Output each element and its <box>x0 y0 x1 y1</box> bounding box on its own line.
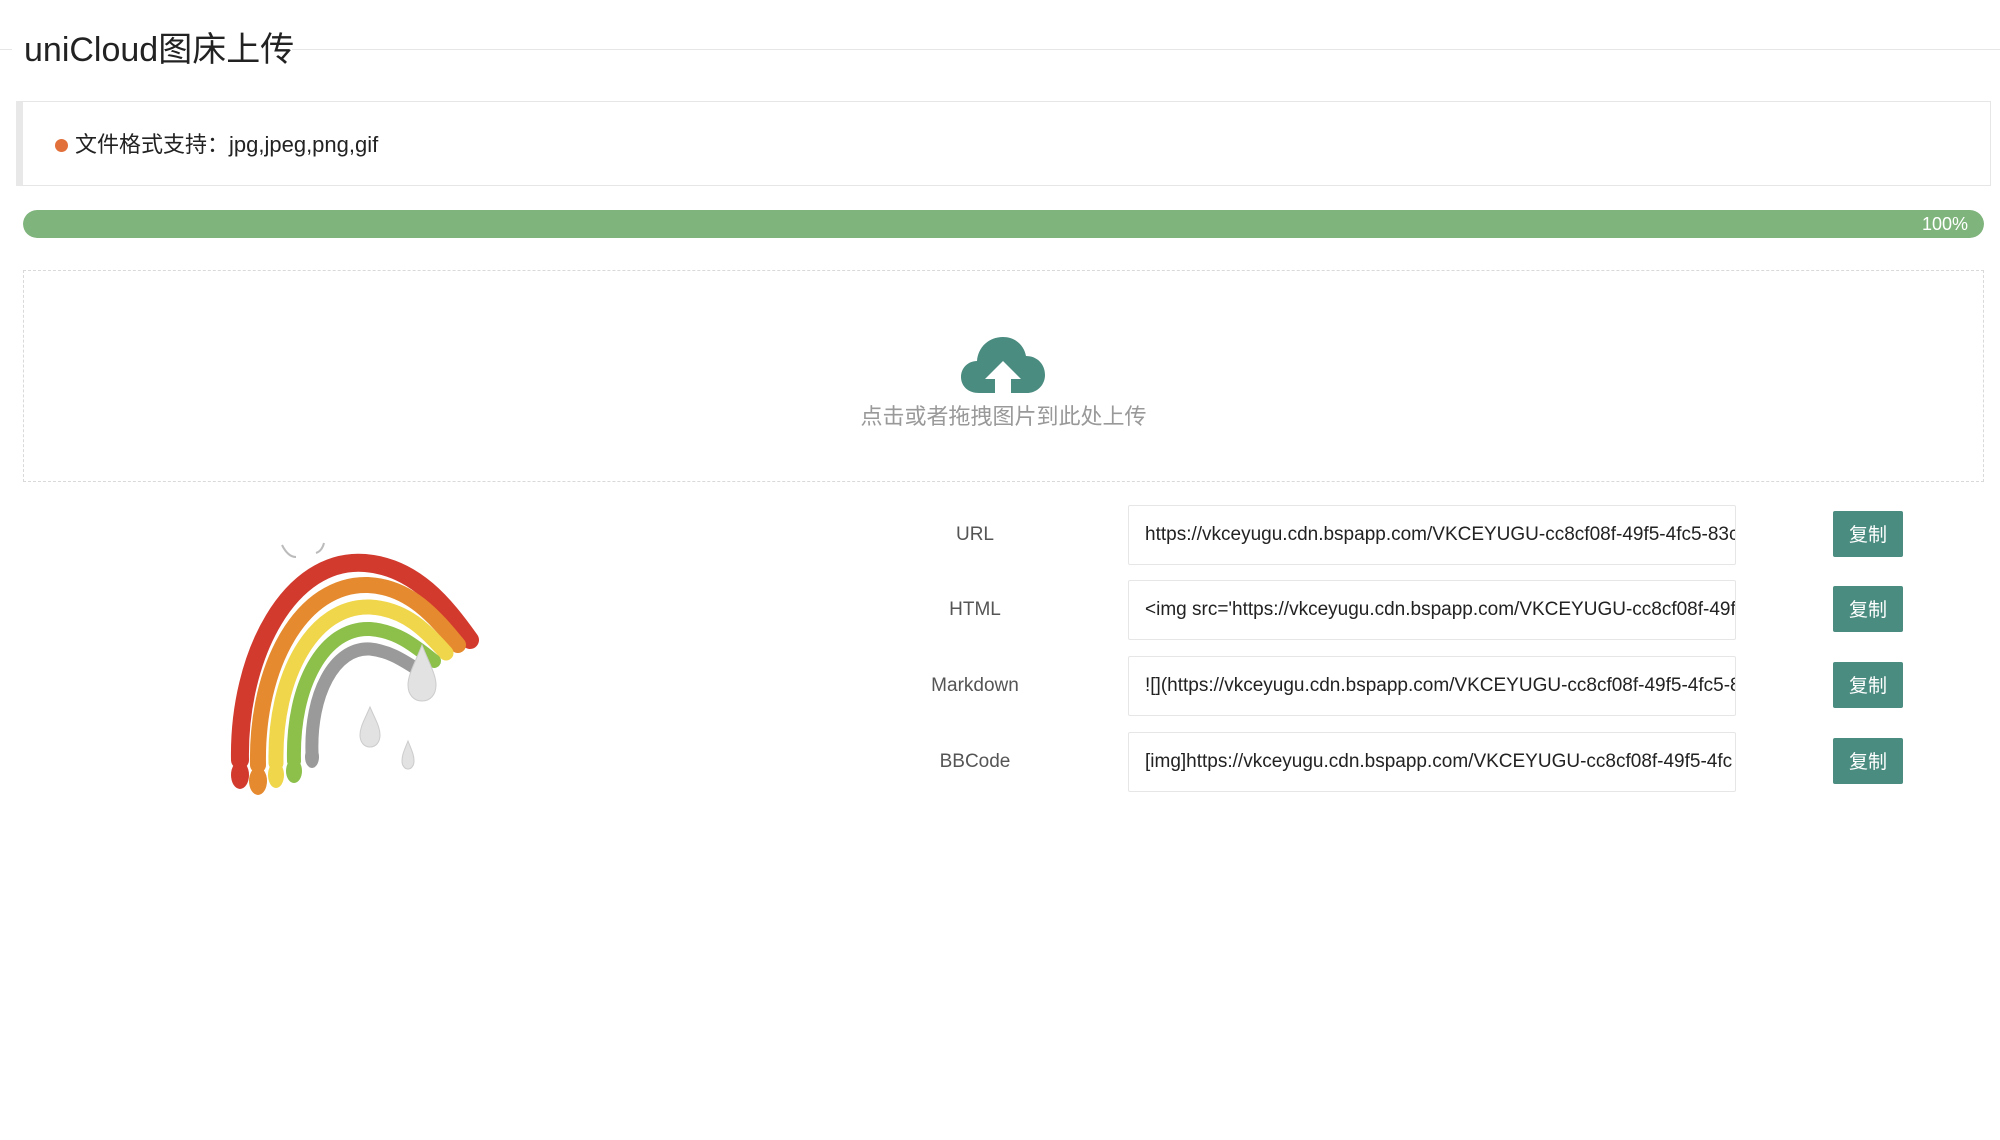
upload-progress-fill: 100% <box>23 210 1984 238</box>
result-label-bbcode: BBCode <box>939 751 1011 772</box>
result-label-url: URL <box>955 524 994 545</box>
result-row-html: HTML 复制 <box>880 580 1903 640</box>
html-output-field[interactable] <box>1128 580 1736 640</box>
bbcode-output-field[interactable] <box>1128 732 1736 792</box>
copy-url-button[interactable]: 复制 <box>1833 511 1903 557</box>
result-row-url: URL 复制 <box>880 505 1903 565</box>
copy-bbcode-button[interactable]: 复制 <box>1833 738 1903 784</box>
copy-markdown-button[interactable]: 复制 <box>1833 662 1903 708</box>
cloud-upload-icon <box>961 337 1045 393</box>
markdown-output-field[interactable] <box>1128 656 1736 716</box>
url-output-field[interactable] <box>1128 505 1736 565</box>
bullet-dot-icon <box>55 139 68 152</box>
result-row-markdown: Markdown 复制 <box>880 656 1903 716</box>
copy-html-button[interactable]: 复制 <box>1833 586 1903 632</box>
page-header: uniCloud图床上传 <box>0 22 2000 78</box>
format-notice: 文件格式支持：jpg,jpeg,png,gif <box>16 101 1991 186</box>
result-row-bbcode: BBCode 复制 <box>880 732 1903 792</box>
result-label-html: HTML <box>949 599 1001 620</box>
header-divider-right <box>292 49 2000 50</box>
header-divider-left <box>0 49 12 50</box>
page-title: uniCloud图床上传 <box>24 31 295 69</box>
upload-dropzone[interactable]: 点击或者拖拽图片到此处上传 <box>23 270 1984 482</box>
uploaded-image-preview <box>230 542 479 795</box>
dropzone-hint-text: 点击或者拖拽图片到此处上传 <box>860 405 1147 430</box>
upload-progress-bar: 100% <box>23 210 1984 238</box>
upload-progress-label: 100% <box>1921 214 1968 234</box>
format-notice-text: 文件格式支持：jpg,jpeg,png,gif <box>75 132 379 157</box>
result-label-markdown: Markdown <box>931 675 1019 696</box>
